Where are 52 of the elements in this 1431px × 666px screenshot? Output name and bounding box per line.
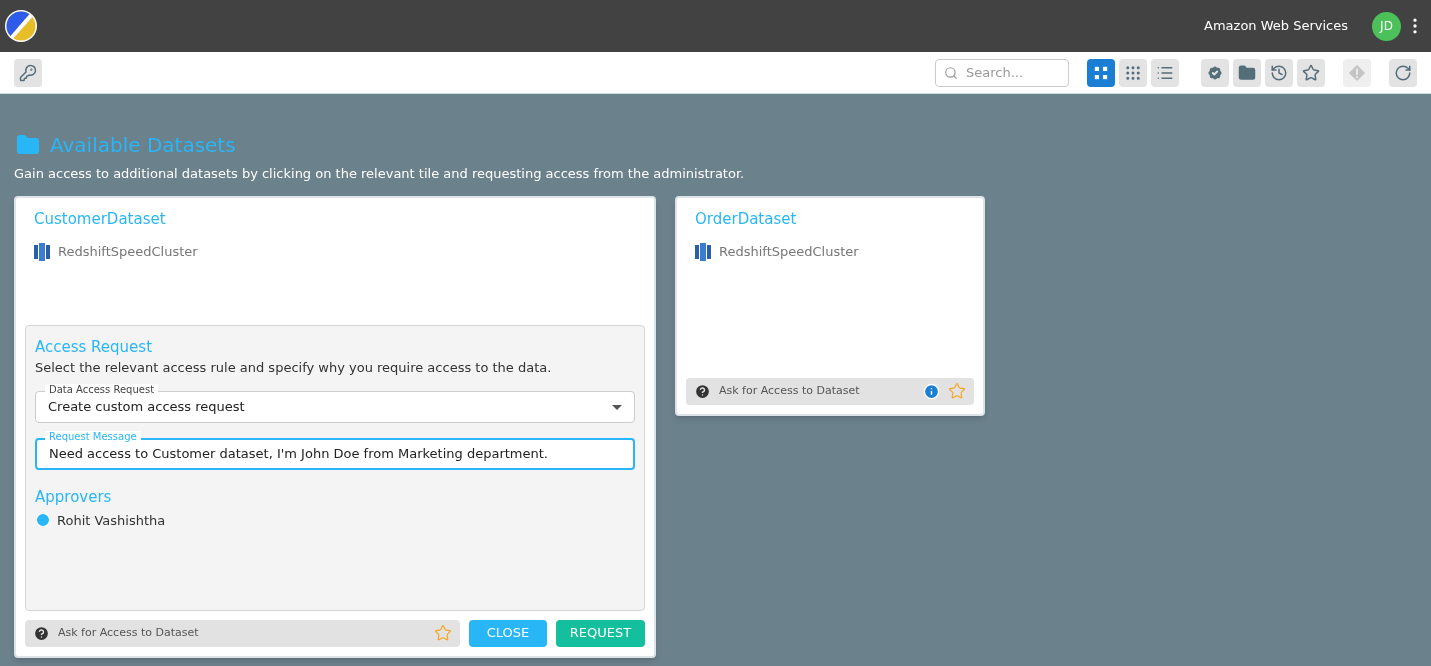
search-field[interactable]: Search...	[935, 58, 1069, 87]
key-icon	[19, 63, 37, 82]
field-value: Need access to Customer dataset, I'm John Doe from Marketing department.	[49, 445, 549, 464]
logo-icon[interactable]	[4, 9, 38, 43]
footer-label: Ask for Access to Dataset	[719, 382, 861, 399]
refresh-button[interactable]	[1389, 58, 1417, 87]
field-value: Create custom access request	[48, 398, 246, 417]
star-icon[interactable]	[948, 382, 966, 400]
folder-icon	[16, 133, 40, 157]
refresh-icon	[1394, 63, 1412, 82]
footer-label: Ask for Access to Dataset	[58, 624, 200, 641]
search-placeholder: Search...	[966, 63, 1024, 82]
page-subtitle: Gain access to additional datasets by clicking on the relevant tile and requesting access from the administrator.	[14, 165, 746, 183]
star-icon	[1302, 63, 1320, 82]
grid-icon	[1124, 63, 1142, 82]
dataset-title[interactable]: CustomerDataset	[34, 207, 636, 230]
panel-title: Access Request	[35, 337, 154, 356]
cluster-name: RedshiftSpeedCluster	[58, 243, 198, 261]
approver-name: Rohit Vashishtha	[57, 511, 166, 530]
organization-name: Amazon Web Services	[1204, 17, 1348, 36]
alert-icon	[1348, 63, 1366, 82]
badge-check-icon	[1206, 63, 1224, 82]
cluster-name: RedshiftSpeedCluster	[719, 243, 859, 261]
user-avatar[interactable]: JD	[1372, 11, 1401, 41]
info-icon[interactable]	[923, 382, 940, 400]
key-button[interactable]	[14, 58, 42, 87]
field-label: Data Access Request	[45, 384, 159, 396]
panel-instructions: Select the relevant access rule and specify why you require access to the data.	[35, 358, 553, 377]
field-label: Request Message	[45, 431, 141, 443]
view-button[interactable]	[1151, 58, 1179, 87]
view-button[interactable]	[1119, 58, 1147, 87]
close-button[interactable]: CLOSE	[469, 619, 547, 647]
view-button[interactable]	[1087, 58, 1115, 87]
caret-icon	[612, 404, 622, 410]
history-icon	[1270, 63, 1288, 82]
history-button[interactable]	[1265, 58, 1293, 87]
page-title: Available Datasets	[50, 132, 236, 159]
dataset-title[interactable]: OrderDataset	[695, 207, 965, 230]
approvers-title: Approvers	[35, 487, 113, 508]
help-icon[interactable]	[33, 624, 50, 642]
grid-icon	[1092, 63, 1110, 82]
search-icon	[944, 65, 958, 80]
request-button[interactable]: REQUEST	[556, 619, 645, 647]
folder-icon	[1238, 63, 1256, 82]
database-icon	[695, 242, 711, 261]
dataset-card[interactable]: OrderDataset RedshiftSpeedCluster Ask for Access to Dataset	[675, 195, 985, 416]
star-icon[interactable]	[434, 624, 452, 642]
folder-button[interactable]	[1233, 58, 1261, 87]
help-icon[interactable]	[694, 382, 711, 400]
approved-button[interactable]	[1201, 58, 1229, 87]
favorites-button[interactable]	[1297, 58, 1325, 87]
database-icon	[34, 242, 50, 261]
